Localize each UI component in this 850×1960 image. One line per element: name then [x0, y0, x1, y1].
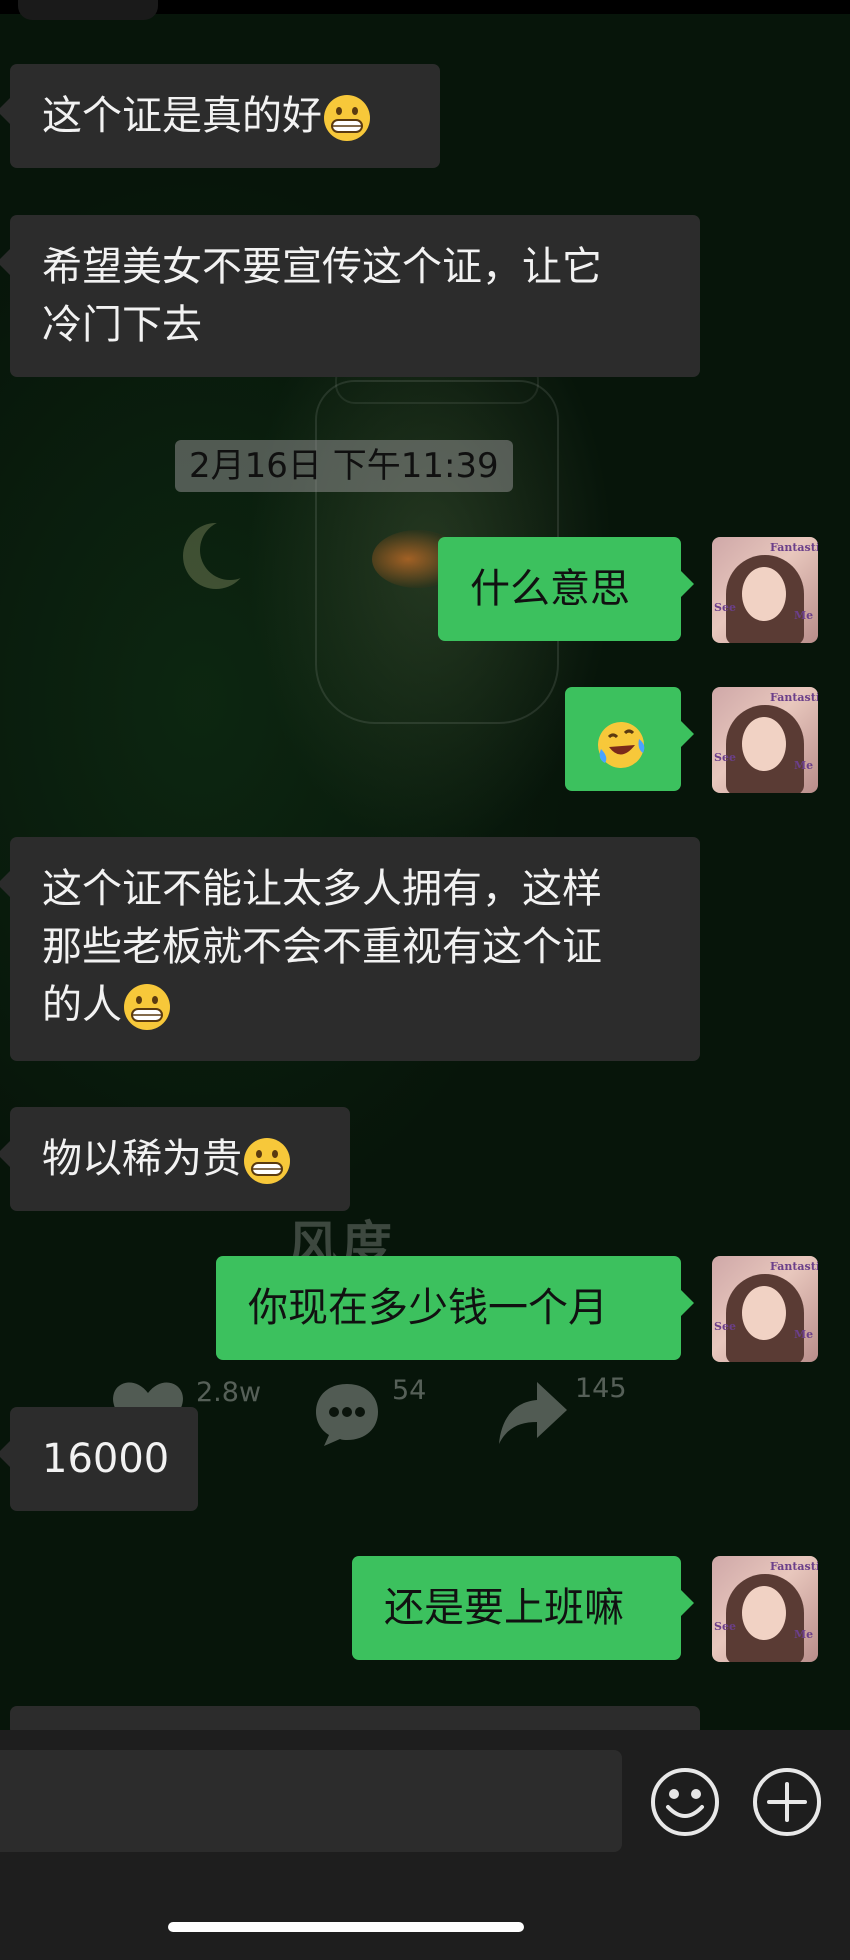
message-text: 还是要上班嘛 — [384, 1585, 624, 1631]
message-received[interactable]: 物以稀为贵 — [0, 1107, 350, 1211]
message-text: 希望美女不要宣传这个证，让它 — [42, 244, 602, 290]
emoji-button-icon[interactable] — [650, 1767, 720, 1837]
status-bar-notch — [18, 0, 158, 20]
like-count: 2.8w — [196, 1377, 262, 1408]
message-received[interactable]: 16000 — [0, 1407, 198, 1511]
message-text: 的人 — [42, 982, 122, 1028]
avatar-text: Fantastic — [770, 1560, 818, 1573]
avatar-text: Fantastic — [770, 691, 818, 704]
grinning-emoji-icon — [324, 95, 370, 141]
message-text: 那些老板就不会不重视有这个证 — [42, 924, 602, 970]
avatar-text: See — [714, 751, 736, 764]
message-text: 冷门下去 — [42, 302, 202, 348]
message-received[interactable]: 这个证不能让太多人拥有，这样 那些老板就不会不重视有这个证 的人 — [0, 837, 700, 1061]
avatar-text: See — [714, 601, 736, 614]
message-text: 这个证不能让太多人拥有，这样 — [42, 866, 602, 912]
comment-icon — [316, 1384, 378, 1446]
avatar-text: Me — [794, 609, 814, 622]
comment-count: 54 — [392, 1375, 427, 1406]
message-text: 这个证是真的好 — [42, 93, 322, 139]
grinning-emoji-icon — [244, 1138, 290, 1184]
avatar[interactable]: Fantastic See Me — [712, 537, 818, 643]
plus-button-icon[interactable] — [752, 1767, 822, 1837]
message-text: 什么意思 — [470, 566, 630, 612]
message-input[interactable] — [0, 1750, 622, 1852]
avatar-text: See — [714, 1320, 736, 1333]
avatar-text: Me — [794, 1628, 814, 1641]
grinning-emoji-icon — [124, 984, 170, 1030]
avatar[interactable]: Fantastic See Me — [712, 1256, 818, 1362]
avatar-text: See — [714, 1620, 736, 1633]
message-text: 物以稀为贵 — [42, 1136, 242, 1182]
avatar[interactable]: Fantastic See Me — [712, 687, 818, 793]
crying-laughing-emoji-icon — [598, 722, 645, 768]
message-sent[interactable]: 什么意思 — [438, 537, 694, 641]
message-sent[interactable]: 你现在多少钱一个月 — [216, 1256, 694, 1360]
avatar[interactable]: Fantastic See Me — [712, 1556, 818, 1662]
message-sent[interactable] — [565, 687, 694, 791]
message-sent[interactable]: 还是要上班嘛 — [352, 1556, 694, 1660]
background-moon — [200, 520, 260, 580]
message-text: 你现在多少钱一个月 — [248, 1285, 608, 1331]
status-bar — [0, 0, 850, 20]
message-received[interactable]: 希望美女不要宣传这个证，让它 冷门下去 — [0, 215, 700, 377]
message-text: 16000 — [42, 1436, 170, 1482]
avatar-text: Fantastic — [770, 1260, 818, 1273]
avatar-text: Me — [794, 759, 814, 772]
avatar-text: Fantastic — [770, 541, 818, 554]
home-indicator[interactable] — [168, 1922, 524, 1932]
avatar-text: Me — [794, 1328, 814, 1341]
chat-input-bar — [0, 1730, 850, 1960]
message-timestamp: 2月16日 下午11:39 — [175, 440, 513, 492]
share-count: 145 — [575, 1373, 627, 1404]
message-received[interactable]: 这个证是真的好 — [0, 64, 440, 168]
share-icon — [499, 1382, 567, 1444]
